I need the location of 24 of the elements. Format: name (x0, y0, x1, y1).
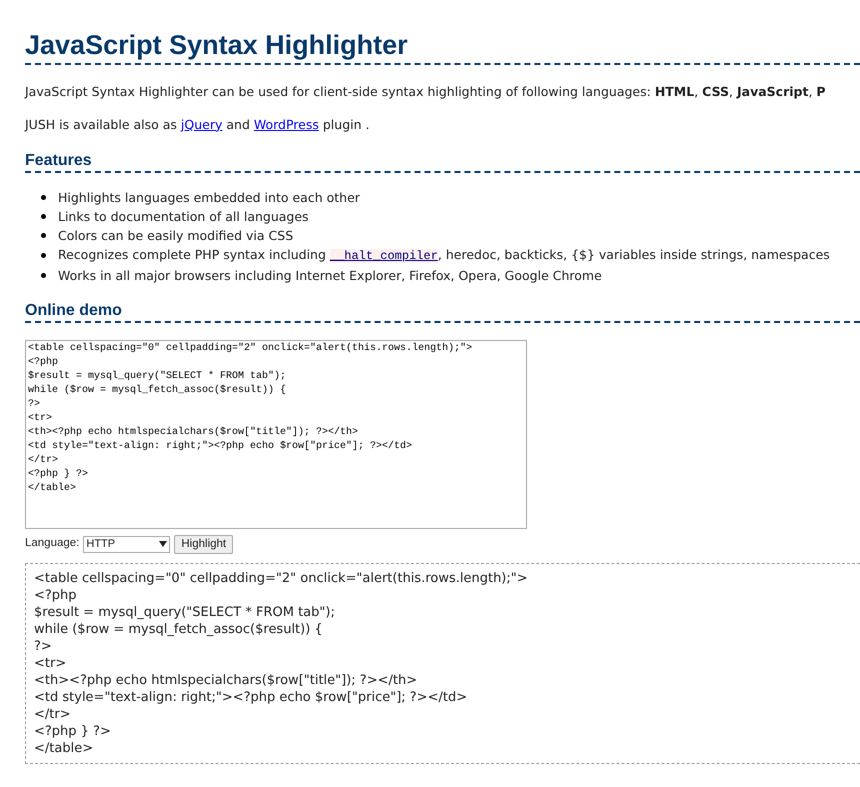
dropdown-arrow-icon (159, 541, 168, 547)
language-label: Language: (25, 536, 80, 552)
code-input-field[interactable]: <table cellspacing="0" cellpadding="2" onclick="alert(this.rows.length);"> <?php $result = mysql_query("SELECT * FROM tab"); while ($row = mysql_fetch_assoc($result)) { ?> <tr> <th><?php echo htmlspecialchars($row["title"]); ?></th> <td style="text-align: right;"><?php echo $row["price"]; ?></td> </tr> <?php } ?> </table> (25, 340, 527, 528)
feature-text: Works in all major browsers including Internet Explorer, Firefox, Opera, Google Chrome (58, 266, 602, 284)
highlighted-code-block: <table cellspacing="0" cellpadding="2" onclick="alert(this.rows.length);"> <?php $result = mysql_query("SELECT * FROM tab"); while ($row = mysql_fetch_assoc($result)) { ?> <tr> <th><?php echo htmlspecialchars($row["title"]); ?></th> <td style="text-align: right;"><?php echo $row["price"]; ?></td> </tr> <?php } ?> </table> (25, 562, 860, 764)
feature-text: Colors can be easily modified via CSS (58, 226, 294, 244)
language-select[interactable]: HTTP (83, 536, 170, 552)
feature-text: Links to documentation of all languages (58, 208, 309, 226)
section-heading: Online demo (25, 300, 860, 322)
bullet-icon (41, 272, 46, 278)
bullet-icon (41, 194, 46, 200)
bullet-icon (41, 214, 46, 218)
bullet-icon (41, 252, 46, 258)
code-link[interactable]: __halt_compiler (330, 248, 438, 262)
feature-text: Highlights languages embedded into each other (58, 188, 360, 206)
link[interactable]: WordPress (254, 116, 319, 132)
intro-text: JavaScript Syntax Highlighter can be used for client-side syntax highlighting of following languages: HTML, CSS, JavaScript, P (25, 83, 827, 101)
availability-text: JUSH is available also as jQuery and WordPress plugin . (25, 116, 370, 134)
highlight-button[interactable]: Highlight (174, 534, 234, 554)
page-title: JavaScript Syntax Highlighter (25, 28, 860, 65)
link[interactable]: jQuery (180, 116, 222, 132)
section-heading: Features (25, 150, 860, 172)
feature-text: Recognizes complete PHP syntax including __halt_compiler, heredoc, backticks, {$} variables inside strings, namespaces (58, 246, 830, 264)
bullet-icon (41, 232, 46, 238)
